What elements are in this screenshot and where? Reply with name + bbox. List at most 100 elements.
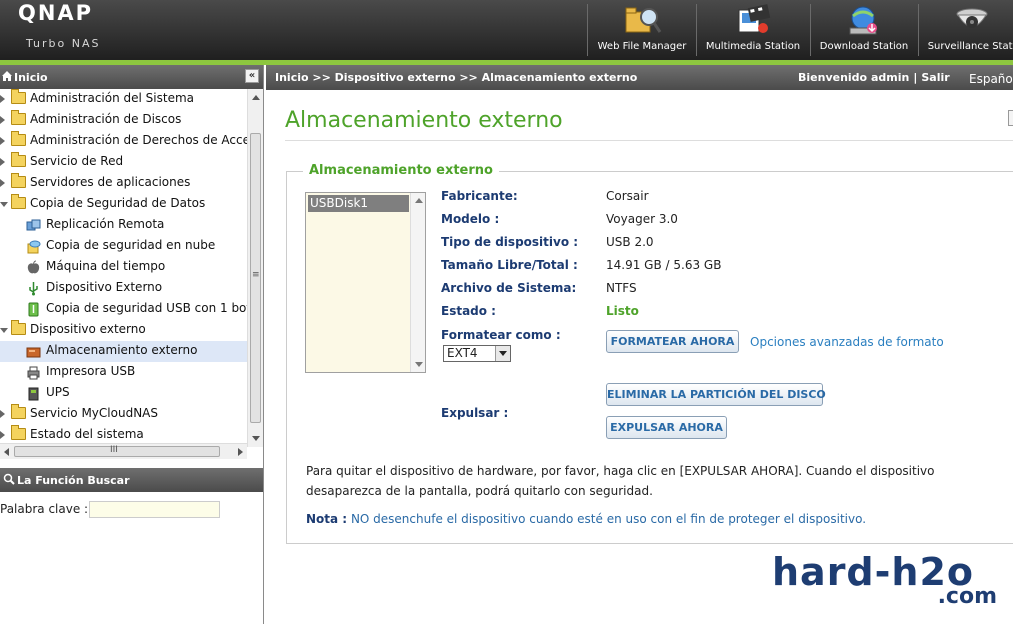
size-value: 14.91 GB / 5.63 GB: [606, 258, 722, 272]
usb-icon: [29, 282, 38, 296]
advanced-format-options-link[interactable]: Opciones avanzadas de formato: [750, 335, 944, 349]
expand-icon[interactable]: [0, 116, 5, 124]
watermark-domain: .com: [937, 584, 997, 609]
sidebar-item-remote-replication[interactable]: Replicación Remota: [0, 215, 247, 236]
scroll-left-arrow-icon[interactable]: [4, 448, 9, 456]
folder-icon: [11, 152, 26, 167]
app-header: QNAP Turbo NAS Web File Manager Multimed…: [0, 0, 1013, 62]
welcome-text: Bienvenido admin: [798, 71, 910, 84]
eject-now-button[interactable]: EXPULSAR AHORA: [606, 416, 727, 439]
language-selector[interactable]: Español: [969, 72, 1013, 86]
disk-list-scrollbar[interactable]: [410, 193, 425, 372]
app-multimedia-station[interactable]: Multimedia Station: [700, 0, 806, 60]
sidebar-item-label: Almacenamiento externo: [46, 343, 198, 357]
sidebar-item-external-storage[interactable]: Almacenamiento externo: [0, 341, 247, 362]
sidebar-item-label: Impresora USB: [46, 364, 136, 378]
page-title: Almacenamiento externo: [285, 108, 563, 133]
sidebar-item-usb-one-touch[interactable]: Copia de seguridad USB con 1 botón: [0, 299, 247, 320]
sidebar-item-data-backup[interactable]: Copia de Seguridad de Datos: [0, 194, 247, 215]
multimedia-station-icon: [738, 4, 771, 33]
disk-list-item[interactable]: USBDisk1: [308, 195, 409, 212]
collapse-icon[interactable]: [0, 202, 8, 207]
scroll-grip: III: [110, 445, 118, 455]
format-type-select[interactable]: EXT4: [443, 345, 511, 362]
app-web-file-manager[interactable]: Web File Manager: [592, 0, 692, 60]
logout-link[interactable]: Salir: [921, 71, 949, 84]
manufacturer-value: Corsair: [606, 189, 649, 203]
app-surveillance-station[interactable]: Surveillance Stati: [924, 0, 1013, 60]
sidebar-item-system-admin[interactable]: Administración del Sistema: [0, 89, 247, 110]
sidebar-item-cloud-backup[interactable]: Copia de seguridad en nube: [0, 236, 247, 257]
surveillance-station-icon: [956, 8, 987, 28]
sidebar-item-label: Estado del sistema: [30, 427, 144, 441]
format-now-button[interactable]: FORMATEAR AHORA: [606, 330, 739, 353]
expand-icon[interactable]: [0, 179, 5, 187]
keyword-input[interactable]: [89, 501, 220, 518]
scroll-thumb[interactable]: III: [14, 445, 220, 457]
usb-one-touch-icon: [28, 302, 39, 317]
device-type-label: Tipo de dispositivo :: [441, 235, 579, 249]
apple-icon: [27, 260, 40, 274]
sidebar-item-network-service[interactable]: Servicio de Red: [0, 152, 247, 173]
scroll-down-arrow-icon[interactable]: [252, 436, 260, 441]
chevron-down-icon[interactable]: [495, 346, 510, 361]
expand-icon[interactable]: [0, 431, 5, 439]
disk-list[interactable]: USBDisk1: [305, 192, 426, 373]
scroll-right-arrow-icon[interactable]: [238, 448, 243, 456]
app-download-station[interactable]: Download Station: [814, 0, 914, 60]
folder-icon: [11, 110, 26, 125]
sidebar-item-ups[interactable]: UPS: [0, 383, 247, 404]
app-label: Surveillance Stati: [927, 41, 1013, 52]
ups-icon: [28, 387, 39, 401]
tree-horizontal-scrollbar[interactable]: III: [0, 443, 247, 459]
sidebar-item-access-rights[interactable]: Administración de Derechos de Acceso: [0, 131, 247, 152]
sidebar-item-label: Administración de Discos: [30, 112, 182, 126]
sidebar-item-label: Administración de Derechos de Acceso: [30, 133, 247, 147]
download-station-icon: [849, 6, 877, 35]
sidebar-item-label: UPS: [46, 385, 70, 399]
delete-partition-button[interactable]: ELIMINAR LA PARTICIÓN DEL DISCO: [606, 383, 826, 406]
navigation-tree: Administración del Sistema Administració…: [0, 89, 247, 447]
folder-icon: [11, 131, 26, 146]
folder-open-icon: [11, 320, 26, 335]
expand-icon[interactable]: [0, 158, 5, 166]
hard-h2o-watermark: hard-h2o .com: [772, 550, 997, 610]
sidebar-title: Inicio: [14, 71, 48, 84]
sidebar-item-label: Servicio de Red: [30, 154, 124, 168]
note-label: Nota :: [306, 512, 348, 526]
scroll-down-arrow-icon[interactable]: [415, 362, 423, 367]
sidebar-item-label: Dispositivo externo: [30, 322, 146, 336]
search-icon: [3, 473, 15, 485]
app-separator: [918, 4, 919, 56]
app-separator: [587, 4, 588, 56]
scroll-thumb[interactable]: ≡: [250, 133, 261, 423]
sidebar-item-label: Servidores de aplicaciones: [30, 175, 191, 189]
sidebar-item-usb-printer[interactable]: Impresora USB: [0, 362, 247, 383]
sidebar-item-mycloudnas[interactable]: Servicio MyCloudNAS: [0, 404, 247, 425]
scroll-grip: ≡: [252, 270, 260, 280]
sidebar-item-time-machine[interactable]: Máquina del tiempo: [0, 257, 247, 278]
folder-icon: [11, 173, 26, 188]
expand-icon[interactable]: [0, 95, 5, 103]
web-file-manager-icon: [625, 7, 662, 33]
tree-vertical-scrollbar[interactable]: ≡: [247, 89, 263, 447]
scroll-up-arrow-icon[interactable]: [415, 198, 423, 203]
expand-icon[interactable]: [0, 137, 5, 145]
note-text: NO desenchufe el dispositivo cuando esté…: [350, 512, 867, 526]
scroll-up-arrow-icon[interactable]: [252, 95, 260, 100]
sidebar-item-app-servers[interactable]: Servidores de aplicaciones: [0, 173, 247, 194]
logo-subtitle: Turbo NAS: [26, 37, 101, 50]
sidebar-item-external-device-backup[interactable]: Dispositivo Externo: [0, 278, 247, 299]
sidebar-item-label: Replicación Remota: [46, 217, 165, 231]
home-icon: [2, 71, 12, 81]
collapse-sidebar-button[interactable]: «: [245, 69, 259, 83]
expand-icon[interactable]: [0, 410, 5, 418]
welcome-area: Bienvenido admin | Salir: [798, 71, 950, 84]
sidebar-item-disk-admin[interactable]: Administración de Discos: [0, 110, 247, 131]
app-separator: [696, 4, 697, 56]
manufacturer-label: Fabricante:: [441, 189, 518, 203]
collapse-icon[interactable]: [0, 328, 8, 333]
sidebar-item-external-device[interactable]: Dispositivo externo: [0, 320, 247, 341]
sidebar-item-label: Dispositivo Externo: [46, 280, 163, 294]
help-button[interactable]: [1008, 110, 1013, 126]
